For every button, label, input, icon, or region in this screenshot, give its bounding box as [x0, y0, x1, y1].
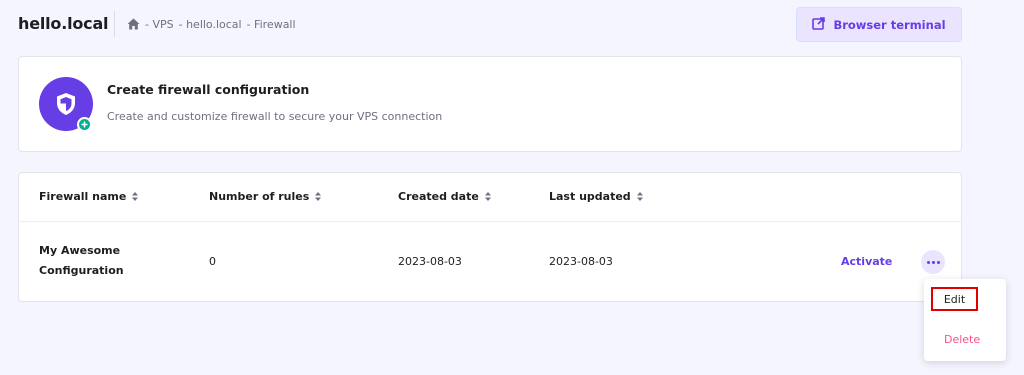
browser-terminal-button[interactable]: Browser terminal	[796, 7, 962, 42]
create-card-title: Create firewall configuration	[107, 82, 310, 97]
column-header-label: Last updated	[549, 190, 631, 203]
column-header-label: Created date	[398, 190, 479, 203]
firewall-table: Firewall name Number of rules Created da…	[18, 172, 962, 302]
breadcrumb-item-firewall: - Firewall	[246, 17, 296, 31]
breadcrumb-item-host[interactable]: - hello.local	[179, 18, 242, 31]
plus-icon	[77, 117, 92, 132]
table-header-divider	[19, 221, 961, 222]
firewall-name-cell: My Awesome Configuration	[39, 241, 149, 281]
column-header-number-of-rules[interactable]: Number of rules	[209, 190, 322, 203]
create-card-description: Create and customize firewall to secure …	[107, 110, 443, 123]
column-header-created-date[interactable]: Created date	[398, 190, 491, 203]
header-divider	[114, 11, 115, 37]
column-header-label: Firewall name	[39, 190, 127, 203]
external-link-icon	[812, 16, 826, 33]
column-header-label: Number of rules	[209, 190, 310, 203]
last-updated-cell: 2023-08-03	[549, 255, 613, 268]
column-header-last-updated[interactable]: Last updated	[549, 190, 643, 203]
menu-item-edit-label: Edit	[931, 287, 978, 311]
create-firewall-card[interactable]: Create firewall configuration Create and…	[18, 56, 962, 152]
more-options-icon[interactable]	[921, 250, 945, 274]
menu-item-delete-label: Delete	[944, 333, 981, 346]
firewall-name-line: My Awesome	[39, 244, 121, 257]
page-header: hello.local - VPS - hello.local - Firewa…	[0, 0, 1024, 50]
site-title: hello.local	[18, 14, 109, 33]
activate-button[interactable]: Activate	[841, 255, 892, 268]
sort-icon	[132, 192, 139, 201]
sort-icon	[484, 192, 491, 201]
menu-item-edit[interactable]: Edit	[924, 287, 1006, 317]
sort-icon	[636, 192, 643, 201]
column-header-firewall-name[interactable]: Firewall name	[39, 190, 139, 203]
breadcrumb-item-vps[interactable]: - VPS	[145, 18, 174, 31]
created-date-cell: 2023-08-03	[398, 255, 462, 268]
sort-icon	[315, 192, 322, 201]
browser-terminal-label: Browser terminal	[833, 17, 946, 32]
menu-item-delete[interactable]: Delete	[924, 327, 1006, 357]
firewall-name-line: Configuration	[39, 264, 124, 277]
breadcrumb: - VPS - hello.local - Firewall	[127, 16, 296, 32]
row-actions-menu: Edit Delete	[924, 279, 1006, 361]
rules-count-cell: 0	[209, 255, 216, 268]
home-icon[interactable]	[127, 18, 140, 30]
